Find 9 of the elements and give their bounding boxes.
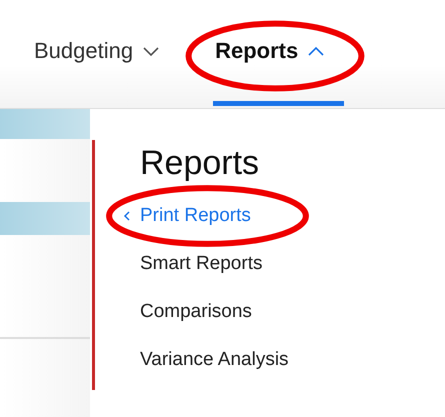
menu-title: Reports — [140, 143, 260, 184]
nav-tab[interactable]: Reports — [213, 0, 300, 105]
nav-tab[interactable]: Budgeting — [32, 0, 136, 105]
chevron-down-icon[interactable] — [143, 46, 160, 56]
menu-item[interactable]: Print Reports — [140, 205, 251, 227]
menu-item[interactable]: Variance Analysis — [140, 349, 289, 371]
chevron-up-icon[interactable] — [308, 46, 324, 56]
menu-item[interactable]: Comparisons — [140, 301, 252, 323]
menu-item[interactable]: Smart Reports — [140, 253, 262, 275]
